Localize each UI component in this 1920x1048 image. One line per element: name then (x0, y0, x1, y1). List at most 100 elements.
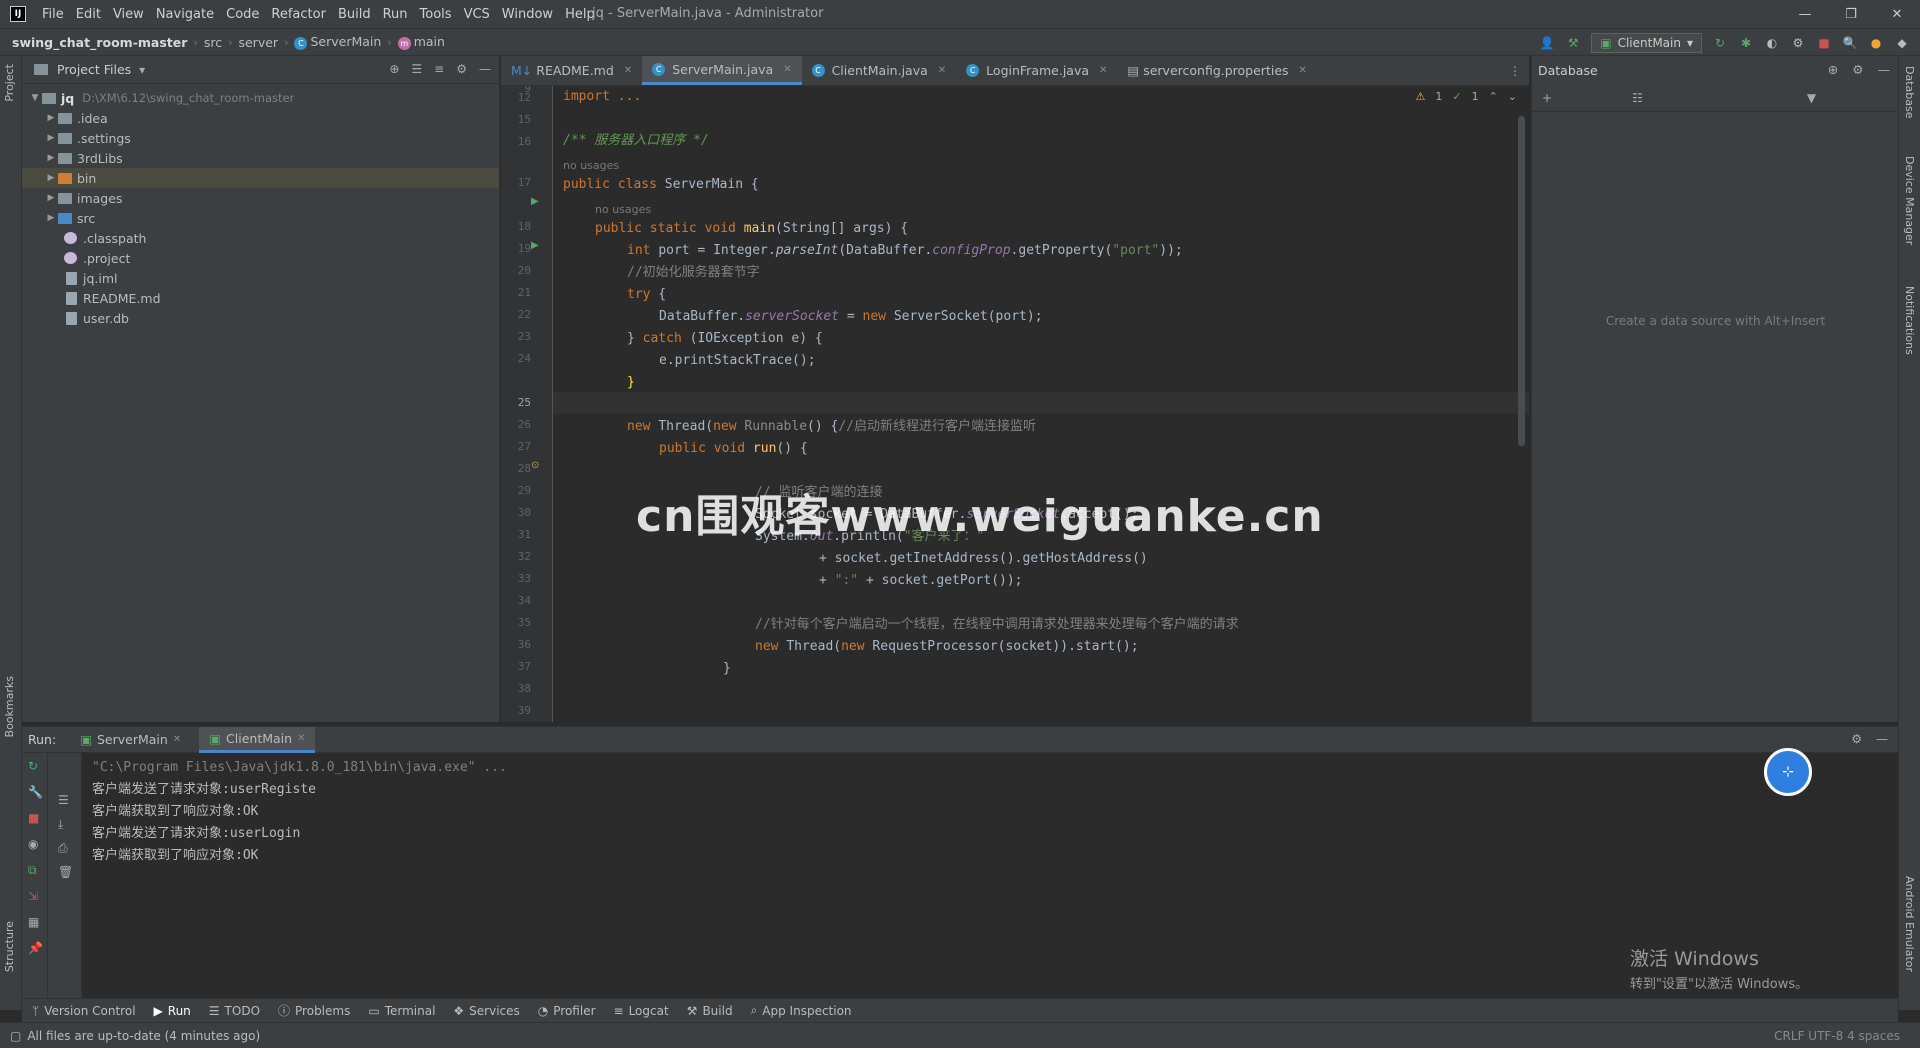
structure-tool-tab[interactable]: Structure (3, 921, 16, 972)
tree-item-images[interactable]: ▶ images (22, 188, 499, 208)
tab-clientmain[interactable]: C ClientMain.java ✕ (802, 56, 957, 85)
gear-icon[interactable]: ⚙ (1852, 62, 1863, 77)
filter-icon[interactable]: ▼ (1807, 91, 1816, 105)
chevron-up-icon[interactable]: ⌃ (1489, 90, 1498, 103)
usage-hint[interactable]: no usages (595, 203, 651, 216)
exit-icon[interactable]: ⇲ (28, 889, 38, 903)
menu-file[interactable]: File (42, 7, 64, 22)
console-output[interactable]: "C:\Program Files\Java\jdk1.8.0_181\bin\… (92, 757, 507, 867)
menu-code[interactable]: Code (226, 7, 259, 22)
tree-item-bin[interactable]: ▶ bin (22, 168, 499, 188)
collapse-all-icon[interactable]: ≡ (434, 62, 444, 76)
layout-icon[interactable]: ▦ (28, 915, 39, 929)
soft-wrap-icon[interactable]: ☰ (58, 793, 69, 807)
floating-assistant-button[interactable]: ⊹ (1764, 748, 1812, 796)
wrench-icon[interactable]: 🔧 (28, 785, 43, 799)
debug-icon[interactable]: ✱ (1738, 35, 1754, 51)
breadcrumb-src[interactable]: src (204, 35, 222, 50)
tree-item-iml[interactable]: jq.iml (22, 268, 499, 288)
tree-item-classpath[interactable]: .classpath (22, 228, 499, 248)
breadcrumb-server[interactable]: server (238, 35, 278, 50)
pin-icon[interactable]: 📌 (28, 941, 43, 955)
device-manager-tool-tab[interactable]: Device Manager (1903, 156, 1916, 245)
run-main-icon[interactable]: ▶ (531, 240, 539, 251)
jetbrains-icon[interactable]: ◆ (1894, 35, 1910, 51)
menu-help[interactable]: Help (565, 7, 595, 22)
code-editor[interactable]: 9 12 15 16 17 18 19 20 21 22 23 24 25 26… (501, 86, 1529, 722)
project-view-select[interactable]: Project Files (57, 62, 131, 77)
intellij-logo-icon[interactable]: IJ (10, 6, 26, 22)
tool-tab-terminal[interactable]: ▭ Terminal (368, 1004, 435, 1018)
chevron-right-icon[interactable]: ▶ (44, 193, 58, 203)
user-icon[interactable]: 👤 (1539, 35, 1555, 51)
menu-tools[interactable]: Tools (420, 7, 452, 22)
tree-item-project[interactable]: .project (22, 248, 499, 268)
chevron-down-icon[interactable]: ▼ (28, 93, 42, 103)
gear-icon[interactable]: ⚙ (456, 62, 467, 76)
status-message[interactable]: All files are up-to-date (4 minutes ago) (27, 1029, 260, 1043)
menu-navigate[interactable]: Navigate (156, 7, 214, 22)
bookmarks-tool-tab[interactable]: Bookmarks (3, 676, 16, 737)
chevron-right-icon[interactable]: ▶ (44, 113, 58, 123)
usage-hint[interactable]: no usages (563, 159, 619, 172)
add-icon[interactable]: + (1542, 91, 1552, 105)
tool-tab-logcat[interactable]: ≡ Logcat (614, 1004, 669, 1018)
tab-run-clientmain[interactable]: ▣ ClientMain ✕ (199, 726, 316, 753)
tool-tab-version-control[interactable]: ᛘ Version Control (32, 1004, 136, 1018)
chevron-right-icon[interactable]: ▶ (44, 153, 58, 163)
database-tool-tab[interactable]: Database (1903, 66, 1916, 119)
inspection-widget[interactable]: ⚠ 1 ✓ 1 ⌃ ⌄ (1415, 90, 1517, 103)
breadcrumb-class[interactable]: C ServerMain (294, 34, 381, 50)
project-tool-tab[interactable]: Project (3, 64, 16, 102)
close-tab-icon[interactable]: ✕ (1299, 65, 1307, 76)
tool-tab-profiler[interactable]: ◔ Profiler (538, 1004, 596, 1018)
tool-tab-services[interactable]: ❖ Services (453, 1004, 519, 1018)
tree-item-3rdlibs[interactable]: ▶ 3rdLibs (22, 148, 499, 168)
tool-tab-problems[interactable]: ⓘ Problems (278, 1002, 350, 1019)
tree-item-src[interactable]: ▶ src (22, 208, 499, 228)
hide-icon[interactable]: — (1876, 732, 1888, 746)
tab-readme[interactable]: M↓ README.md ✕ (501, 56, 642, 85)
breadcrumb-method[interactable]: m main (397, 34, 445, 50)
close-button[interactable]: ✕ (1874, 0, 1920, 28)
chevron-right-icon[interactable]: ▶ (44, 173, 58, 183)
tree-item-readme[interactable]: README.md (22, 288, 499, 308)
tool-tab-run[interactable]: ▶ Run (154, 1004, 191, 1018)
tab-serverconfig[interactable]: ▤ serverconfig.properties ✕ (1117, 56, 1317, 85)
override-icon[interactable]: ⊙ (531, 460, 539, 471)
tool-tab-todo[interactable]: ☰ TODO (209, 1004, 260, 1018)
rerun-icon[interactable]: ↻ (28, 759, 38, 773)
chevron-down-icon[interactable]: ▾ (139, 63, 145, 77)
menu-build[interactable]: Build (338, 7, 371, 22)
profiler-icon[interactable]: ⚙ (1790, 35, 1806, 51)
status-toggle-icon[interactable]: ▢ (10, 1029, 21, 1043)
more-tabs-icon[interactable]: ⋮ (1509, 64, 1521, 78)
print-icon[interactable]: ⎙ (58, 841, 68, 856)
rerun-icon[interactable]: ↻ (1712, 35, 1728, 51)
tool-tab-app-inspection[interactable]: ⌕ App Inspection (751, 1003, 852, 1018)
coverage-icon[interactable]: ◐ (1764, 35, 1780, 51)
close-tab-icon[interactable]: ✕ (624, 65, 632, 76)
run-configuration-select[interactable]: ▣ ClientMain ▾ (1591, 33, 1702, 53)
stop-icon[interactable]: ■ (1816, 35, 1832, 51)
menu-run[interactable]: Run (383, 7, 408, 22)
properties-icon[interactable]: ☷ (1632, 91, 1643, 105)
menu-view[interactable]: View (113, 7, 144, 22)
tree-item-settings[interactable]: ▶ .settings (22, 128, 499, 148)
hammer-icon[interactable]: ⚒ (1565, 35, 1581, 51)
notifications-tool-tab[interactable]: Notifications (1903, 286, 1916, 355)
restore-layout-icon[interactable]: ⧉ (28, 863, 37, 878)
update-icon[interactable]: ● (1868, 35, 1884, 51)
tree-item-root[interactable]: ▼ jq D:\XM\6.12\swing_chat_room-master (22, 88, 499, 108)
hide-icon[interactable]: — (479, 62, 491, 76)
trash-icon[interactable]: 🗑 (58, 865, 73, 879)
stop-icon[interactable]: ■ (28, 811, 39, 825)
menu-refactor[interactable]: Refactor (271, 7, 326, 22)
minimize-button[interactable]: — (1782, 0, 1828, 28)
locate-icon[interactable]: ⊕ (389, 62, 399, 76)
locate-icon[interactable]: ⊕ (1828, 62, 1838, 77)
close-tab-icon[interactable]: ✕ (1099, 65, 1107, 76)
close-tab-icon[interactable]: ✕ (938, 65, 946, 76)
gear-icon[interactable]: ⚙ (1851, 732, 1862, 746)
editor-scrollbar[interactable] (1518, 116, 1525, 446)
